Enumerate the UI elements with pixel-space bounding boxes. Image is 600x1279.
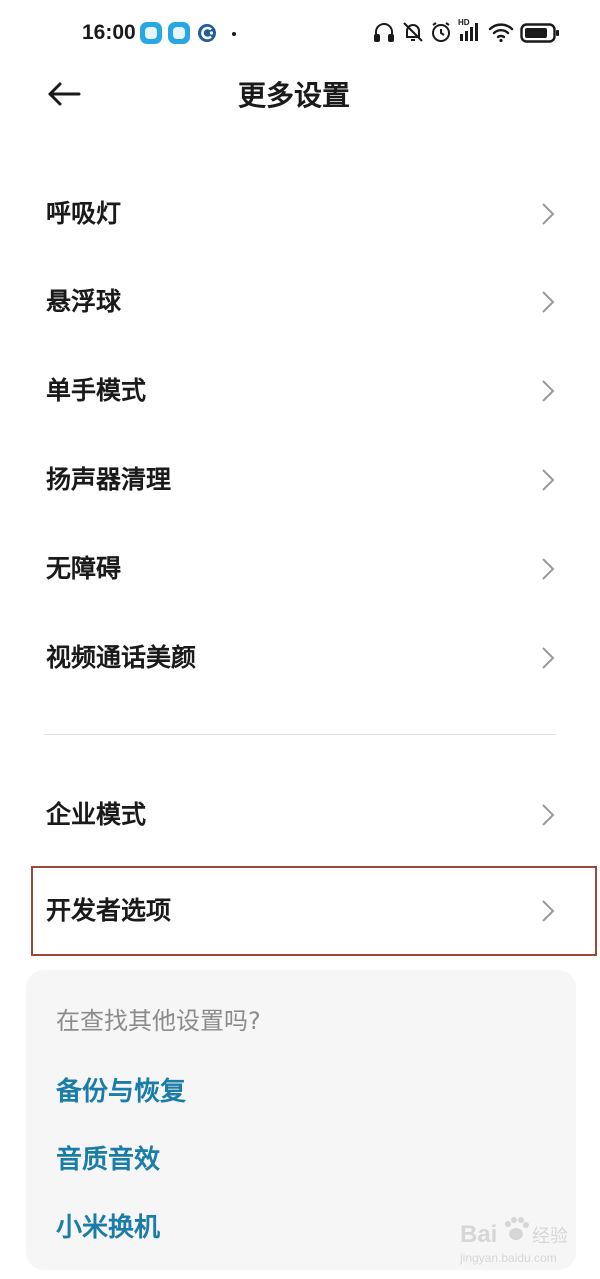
settings-item-label: 呼吸灯 (46, 199, 122, 228)
app-badge-icon (140, 22, 162, 44)
settings-item-speaker-cleaning[interactable]: 扬声器清理 (32, 436, 594, 524)
watermark-brand: Bai (460, 1221, 497, 1248)
settings-item-one-handed-mode[interactable]: 单手模式 (32, 347, 594, 435)
settings-item-video-call-beauty[interactable]: 视频通话美颜 (32, 614, 594, 702)
notification-dot (232, 32, 236, 36)
alarm-icon (429, 20, 453, 44)
chevron-right-icon (540, 899, 556, 923)
wifi-icon (488, 20, 514, 44)
settings-item-label: 企业模式 (46, 800, 147, 829)
settings-item-label: 无障碍 (46, 554, 122, 583)
chevron-right-icon (540, 379, 556, 403)
suggestion-link-backup-restore[interactable]: 备份与恢复 (56, 1074, 186, 1110)
chevron-right-icon (540, 646, 556, 670)
page-title: 更多设置 (237, 79, 350, 112)
chevron-right-icon (540, 468, 556, 492)
suggestion-link-sound-effects[interactable]: 音质音效 (56, 1142, 160, 1178)
settings-item-accessibility[interactable]: 无障碍 (32, 525, 594, 613)
settings-item-label: 单手模式 (46, 376, 147, 405)
suggestions-heading: 在查找其他设置吗? (56, 1007, 261, 1035)
settings-item-breathing-light[interactable]: 呼吸灯 (32, 170, 594, 258)
settings-item-floating-ball[interactable]: 悬浮球 (32, 258, 594, 346)
app-badge-icon (168, 22, 190, 44)
settings-item-developer-options[interactable]: 开发者选项 (31, 866, 597, 956)
bell-off-icon (401, 20, 425, 44)
baidu-jingyan-watermark: Bai 经验 jingyan.baidu.com (460, 1212, 590, 1268)
status-time: 16:00 (82, 21, 136, 44)
watermark-url: jingyan.baidu.com (460, 1251, 557, 1265)
chevron-right-icon (540, 290, 556, 314)
settings-item-label: 扬声器清理 (46, 465, 172, 494)
section-divider (44, 734, 556, 735)
paw-icon (505, 1217, 529, 1240)
app-header: 更多设置 (0, 66, 600, 128)
chevron-right-icon (540, 202, 556, 226)
signal-icon (458, 20, 482, 44)
settings-item-label: 悬浮球 (46, 287, 122, 316)
battery-icon (520, 23, 560, 43)
app-c-badge-icon (196, 22, 218, 44)
headphones-icon (372, 20, 396, 44)
settings-item-label: 开发者选项 (46, 896, 172, 925)
suggestion-link-mi-mover[interactable]: 小米换机 (56, 1210, 160, 1246)
chevron-right-icon (540, 803, 556, 827)
settings-item-label: 视频通话美颜 (46, 643, 197, 672)
status-bar: 16:00 HD (0, 0, 600, 66)
chevron-right-icon (540, 557, 556, 581)
watermark-brand-tail: 经验 (532, 1226, 568, 1247)
settings-item-enterprise-mode[interactable]: 企业模式 (32, 771, 594, 859)
